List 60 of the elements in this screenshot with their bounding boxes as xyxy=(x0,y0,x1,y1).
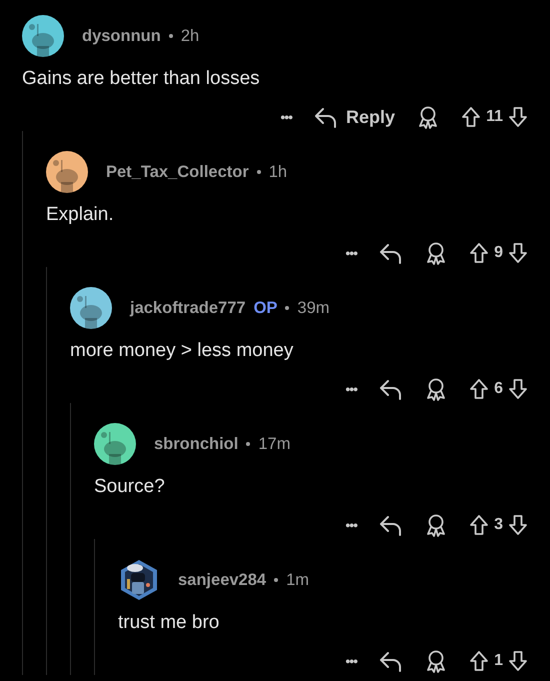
timestamp: 1h xyxy=(268,162,288,182)
upvote-icon[interactable] xyxy=(461,106,482,128)
reply-icon xyxy=(379,242,404,264)
comment-text: Explain. xyxy=(46,203,115,227)
comment-text: more money > less money xyxy=(70,339,294,363)
reply-button[interactable] xyxy=(379,650,404,672)
reply-icon xyxy=(314,106,338,128)
more-button[interactable]: ••• xyxy=(345,517,358,533)
separator-dot xyxy=(168,34,173,38)
timestamp: 1m xyxy=(286,570,309,590)
award-icon[interactable] xyxy=(425,241,448,265)
award-icon[interactable] xyxy=(425,513,448,537)
vote-count: 9 xyxy=(494,244,503,262)
downvote-icon[interactable] xyxy=(508,514,528,536)
reply-button[interactable] xyxy=(379,514,404,536)
comment-text: Gains are better than losses xyxy=(22,67,261,91)
award-icon[interactable] xyxy=(417,105,440,129)
reply-icon xyxy=(379,378,404,400)
comment-text: trust me bro xyxy=(118,611,220,635)
username[interactable]: dysonnun xyxy=(82,26,161,46)
separator-dot xyxy=(246,442,250,446)
award-icon[interactable] xyxy=(425,377,448,401)
more-button[interactable]: ••• xyxy=(280,109,292,125)
username[interactable]: jackoftrade777 xyxy=(130,298,246,318)
vote-count: 6 xyxy=(494,380,503,398)
username[interactable]: sbronchiol xyxy=(154,434,238,454)
reply-button[interactable] xyxy=(379,378,404,400)
downvote-icon[interactable] xyxy=(508,242,528,264)
upvote-icon[interactable] xyxy=(469,650,490,672)
vote-count: 11 xyxy=(486,108,503,126)
separator-dot xyxy=(274,578,278,582)
op-label: OP xyxy=(254,298,278,318)
reply-icon xyxy=(379,514,404,536)
award-icon[interactable] xyxy=(425,649,448,673)
username[interactable]: Pet_Tax_Collector xyxy=(106,162,249,182)
timestamp: 2h xyxy=(180,26,200,46)
more-button[interactable]: ••• xyxy=(345,245,358,261)
reply-button[interactable]: Reply xyxy=(314,106,396,128)
upvote-icon[interactable] xyxy=(469,378,490,400)
downvote-icon[interactable] xyxy=(508,650,528,672)
vote-count: 3 xyxy=(494,516,503,534)
upvote-icon[interactable] xyxy=(469,242,490,264)
downvote-icon[interactable] xyxy=(508,106,528,128)
username[interactable]: sanjeev284 xyxy=(178,570,266,590)
separator-dot xyxy=(256,170,261,174)
avatar-icon[interactable] xyxy=(94,423,136,465)
avatar-icon[interactable] xyxy=(46,151,88,193)
downvote-icon[interactable] xyxy=(508,378,528,400)
avatar-icon[interactable] xyxy=(70,287,112,329)
timestamp: 17m xyxy=(258,434,290,454)
separator-dot xyxy=(285,306,290,310)
reply-button[interactable] xyxy=(379,242,404,264)
upvote-icon[interactable] xyxy=(469,514,490,536)
timestamp: 39m xyxy=(297,298,330,318)
avatar-icon[interactable] xyxy=(22,15,64,57)
comment-text: Source? xyxy=(94,475,166,499)
more-button[interactable]: ••• xyxy=(345,381,358,397)
vote-count: 1 xyxy=(494,652,503,670)
reply-icon xyxy=(379,650,404,672)
more-button[interactable]: ••• xyxy=(345,653,358,669)
